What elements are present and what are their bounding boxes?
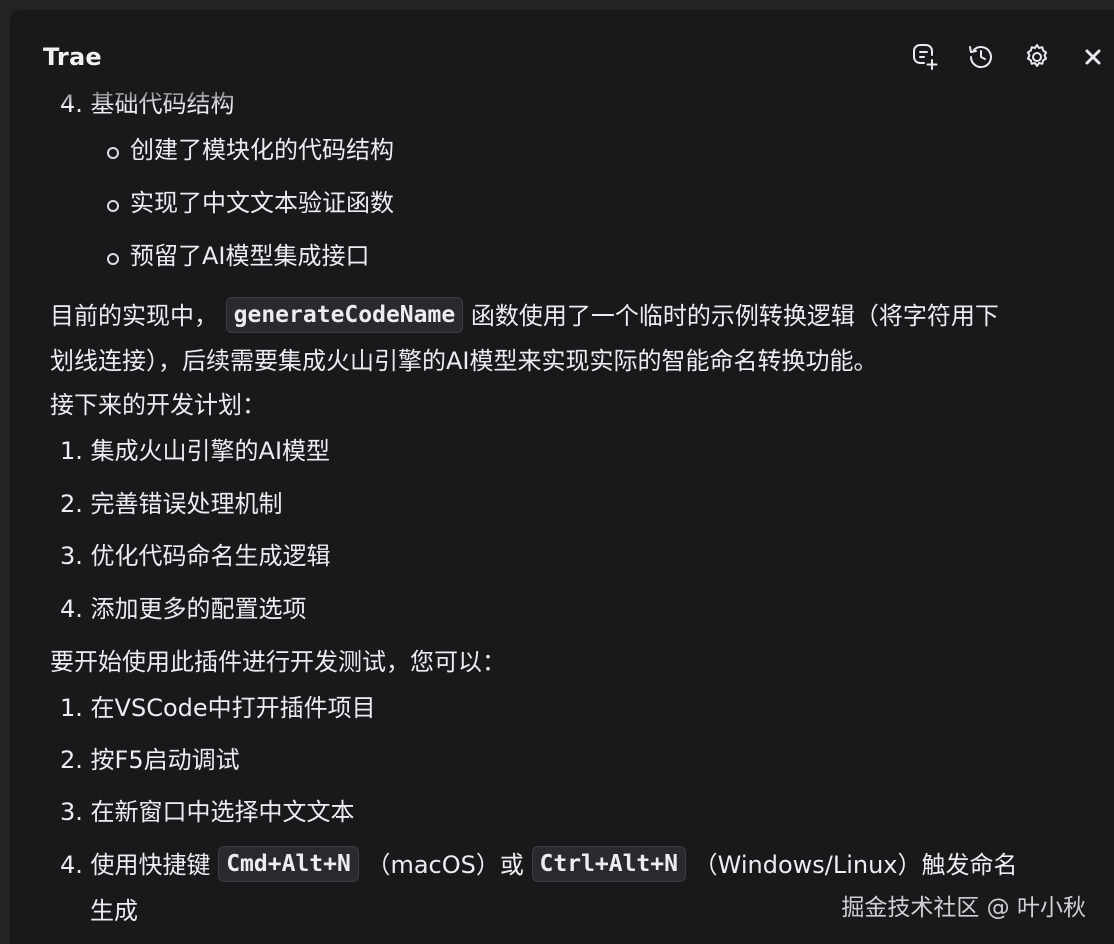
inline-code: Ctrl+Alt+N — [531, 846, 686, 882]
chat-message: 4. 基础代码结构 创建了模块化的代码结构 实现了中文文本验证函数 预留了AI模… — [10, 10, 1114, 944]
new-chat-icon — [910, 42, 940, 76]
inline-code: Cmd+Alt+N — [218, 846, 359, 882]
close-button[interactable] — [1076, 42, 1110, 76]
list-item-continuation: 生成 — [90, 897, 138, 925]
list-item: 4. 添加更多的配置选项 — [60, 595, 307, 623]
history-button[interactable] — [964, 42, 998, 76]
close-icon — [1078, 42, 1108, 76]
panel-header: Trae — [10, 10, 1114, 106]
list-item: 2. 完善错误处理机制 — [60, 490, 283, 518]
list-item: 3. 在新窗口中选择中文文本 — [60, 798, 355, 826]
watermark: 掘金技术社区 @ 叶小秋 — [841, 895, 1086, 921]
list-item: 2. 按F5启动调试 — [60, 746, 240, 774]
list-item: 3. 优化代码命名生成逻辑 — [60, 542, 331, 570]
list-item: 4. 使用快捷键 Cmd+Alt+N （macOS）或 Ctrl+Alt+N （… — [60, 843, 1018, 887]
section-heading: 要开始使用此插件进行开发测试，您可以： — [50, 648, 506, 676]
sub-list-item: 预留了AI模型集成接口 — [130, 242, 370, 270]
bullet-icon — [107, 147, 119, 159]
panel-title: Trae — [43, 43, 102, 71]
list-item: 1. 在VSCode中打开插件项目 — [60, 694, 376, 722]
section-heading: 接下来的开发计划： — [50, 391, 266, 419]
history-icon — [966, 42, 996, 76]
gear-icon — [1022, 42, 1052, 76]
list-item: 1. 集成火山引擎的AI模型 — [60, 437, 331, 465]
inline-code: generateCodeName — [225, 297, 464, 333]
paragraph-line: 划线连接），后续需要集成火山引擎的AI模型来实现实际的智能命名转换功能。 — [50, 347, 878, 375]
sub-list-item: 实现了中文文本验证函数 — [130, 189, 394, 217]
bullet-icon — [107, 200, 119, 212]
settings-button[interactable] — [1020, 42, 1054, 76]
bullet-icon — [107, 253, 119, 265]
sub-list-item: 创建了模块化的代码结构 — [130, 136, 394, 164]
new-chat-button[interactable] — [908, 42, 942, 76]
paragraph-line: 目前的实现中， generateCodeName 函数使用了一个临时的示例转换逻… — [50, 294, 999, 338]
chat-panel: 4. 基础代码结构 创建了模块化的代码结构 实现了中文文本验证函数 预留了AI模… — [10, 10, 1114, 944]
